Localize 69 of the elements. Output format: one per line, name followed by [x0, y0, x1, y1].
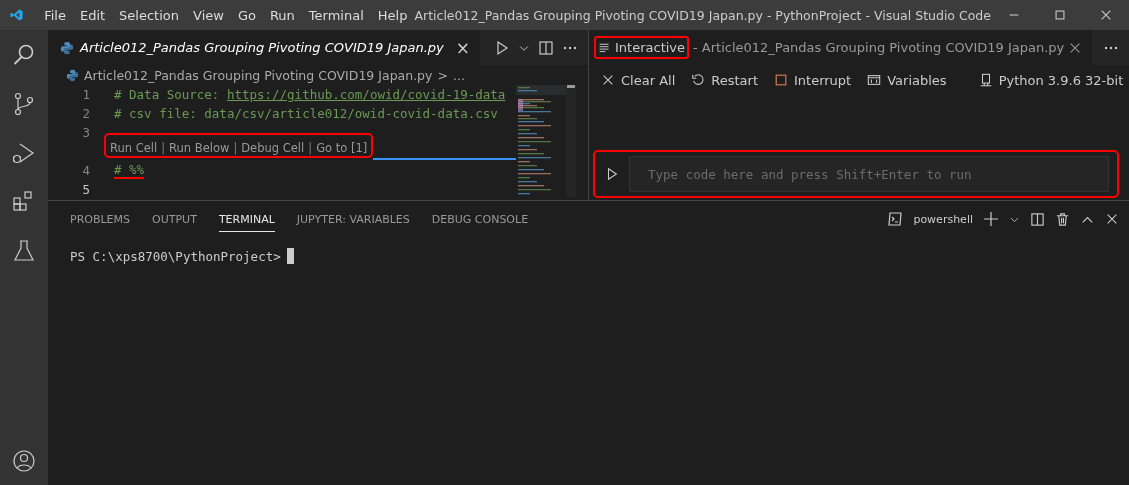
codelens-separator: |: [233, 141, 238, 155]
close-icon[interactable]: [1099, 8, 1113, 22]
terminal-selector[interactable]: powershell: [913, 212, 973, 226]
menu-item[interactable]: Go: [230, 7, 263, 23]
clear-button[interactable]: Clear All: [601, 72, 676, 88]
code-comment: # %%: [114, 162, 145, 177]
code-comment: # Data Source:: [114, 87, 221, 102]
breadcrumb-item[interactable]: ...: [452, 67, 465, 83]
run-icon[interactable]: [605, 167, 619, 181]
codelens-link[interactable]: Go to [1]: [316, 141, 368, 155]
list-icon: [598, 41, 611, 54]
panel-tab[interactable]: DEBUG CONSOLE: [431, 206, 529, 232]
codelens-link[interactable]: Run Cell: [110, 141, 158, 155]
menu-item[interactable]: Edit: [72, 7, 113, 23]
split-editor-icon[interactable]: [538, 39, 554, 56]
breadcrumb-item[interactable]: Article012_Pandas Grouping Pivoting COVID19 Japan.py: [84, 67, 433, 83]
breadcrumb-separator: >: [437, 67, 448, 83]
line-number: 2: [81, 106, 91, 121]
line-number: 1: [81, 87, 91, 102]
python-file-icon: [66, 68, 79, 82]
clear-icon: [601, 73, 615, 87]
terminal-icon[interactable]: [887, 211, 904, 227]
split-terminal-icon[interactable]: [1030, 211, 1045, 227]
menu-item[interactable]: File: [37, 7, 73, 23]
variables-button[interactable]: Variables: [867, 72, 947, 88]
server-icon[interactable]: [978, 73, 993, 87]
code-comment: # csv file: data/csv/article012/owid-covid-data.csv: [114, 106, 498, 121]
codelens-separator: |: [161, 141, 166, 155]
code-input-field[interactable]: Type code here and press Shift+Enter to run: [629, 156, 1109, 192]
codelens-link[interactable]: Run Below: [169, 141, 230, 155]
stop-square-icon: [774, 73, 788, 87]
minimap-drawing[interactable]: [516, 85, 576, 197]
panel-tab[interactable]: OUTPUT: [152, 206, 197, 232]
trash-icon[interactable]: [1055, 211, 1070, 227]
line-number: 3: [81, 125, 91, 140]
variables-icon: [867, 73, 882, 87]
interrupt-button[interactable]: Interrupt: [774, 72, 852, 88]
codelens-separator: |: [308, 141, 313, 155]
line-number: 5: [81, 182, 91, 197]
close-tab-button[interactable]: ×: [455, 37, 471, 58]
menu-item[interactable]: View: [186, 7, 231, 23]
panel-tab[interactable]: JUPYTER: VARIABLES: [296, 206, 410, 232]
kernel-selector[interactable]: Python 3.9.6 32-bit: [998, 72, 1124, 88]
interactive-tab[interactable]: Interactive - Article012_Pandas Grouping Pivoting COVID19 Japan.py: [589, 30, 1093, 65]
panel-tab[interactable]: PROBLEMS: [70, 206, 131, 232]
run-icon[interactable]: [494, 39, 510, 56]
window-title: Article012_Pandas Grouping Pivoting COVID19 Japan.py - PythonProject - Visual Studio Code: [414, 7, 991, 23]
flask-icon[interactable]: [11, 237, 37, 264]
plus-icon[interactable]: [983, 211, 999, 227]
menu-item[interactable]: Terminal: [301, 7, 371, 23]
codelens-link[interactable]: Debug Cell: [241, 141, 305, 155]
panel-tab[interactable]: TERMINAL: [218, 206, 275, 232]
account-icon[interactable]: [11, 447, 37, 474]
editor-tab[interactable]: Article012_Pandas Grouping Pivoting COVID19 Japan.py ×: [48, 30, 481, 65]
menu-item[interactable]: Run: [262, 7, 302, 23]
close-icon[interactable]: [1105, 212, 1119, 226]
menu-item[interactable]: Selection: [112, 7, 187, 23]
tab-description: - Article012_Pandas Grouping Pivoting COVID19 Japan.py: [693, 40, 1065, 55]
menu-item[interactable]: Help: [370, 7, 415, 23]
restart-icon: [691, 73, 706, 87]
terminal-prompt: PS C:\xps8700\PythonProject>: [70, 248, 281, 264]
python-file-icon: [60, 40, 74, 55]
code-link[interactable]: https://github.com/owid/covid-19-data: [226, 87, 506, 102]
tab-label: Interactive: [615, 40, 686, 55]
restart-button[interactable]: Restart: [691, 72, 758, 88]
maximize-icon[interactable]: [1053, 8, 1067, 22]
tab-label: Article012_Pandas Grouping Pivoting COVID19 Japan.py: [80, 40, 444, 55]
terminal-cursor: [286, 248, 294, 264]
line-number: 4: [81, 163, 91, 178]
